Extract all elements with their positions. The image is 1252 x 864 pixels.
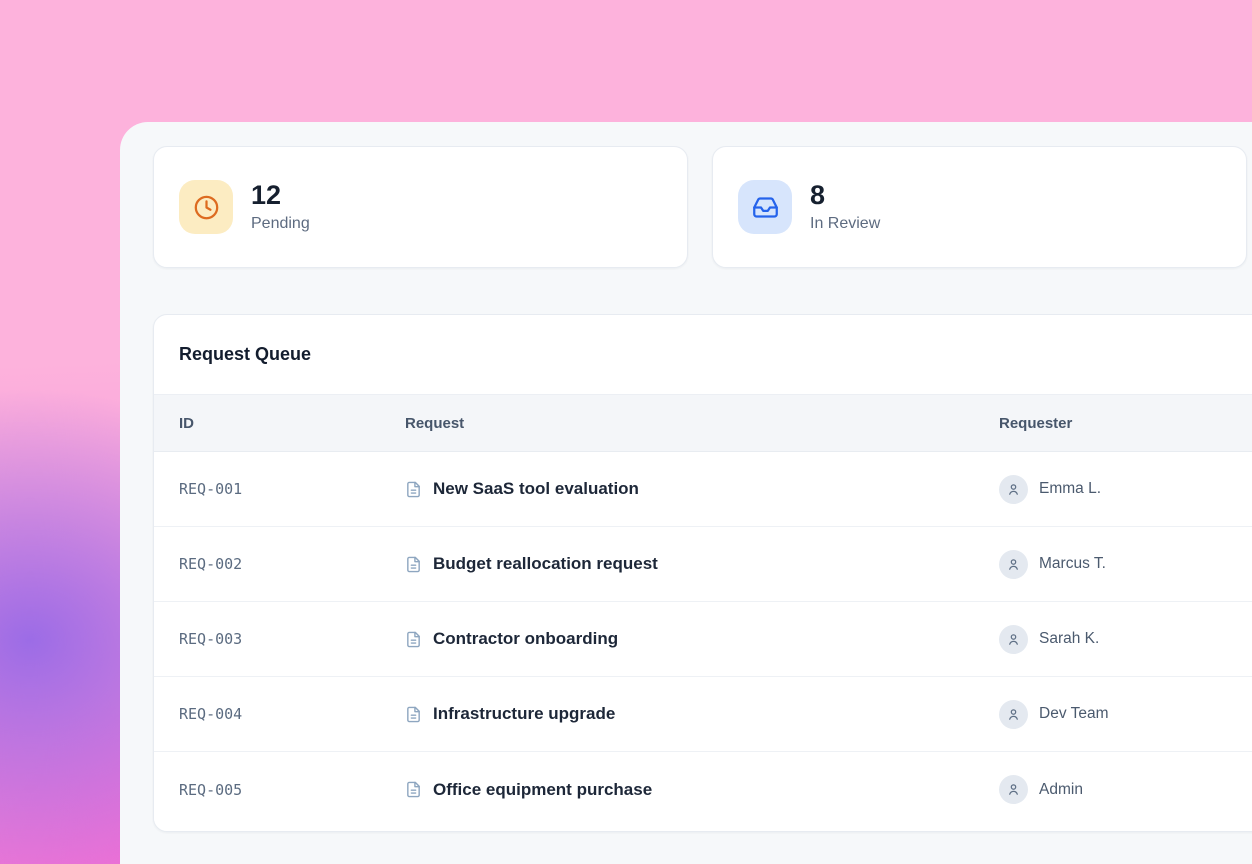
requester-name: Sarah K. xyxy=(1039,630,1099,648)
clock-icon xyxy=(179,180,233,234)
user-avatar-icon xyxy=(999,475,1028,504)
column-header-request: Request xyxy=(405,415,999,432)
file-text-icon xyxy=(405,781,422,798)
request-id: REQ-004 xyxy=(179,705,405,723)
requester-cell: Sarah K. xyxy=(999,625,1252,654)
table-row[interactable]: REQ-002 Budget reallocation request Marc… xyxy=(154,527,1252,602)
user-avatar-icon xyxy=(999,625,1028,654)
file-text-icon xyxy=(405,556,422,573)
column-header-id: ID xyxy=(179,415,405,432)
request-title: Office equipment purchase xyxy=(433,780,652,800)
file-text-icon xyxy=(405,706,422,723)
table-title-row: Request Queue xyxy=(154,315,1252,395)
inbox-icon xyxy=(738,180,792,234)
request-id: REQ-001 xyxy=(179,480,405,498)
request-title: New SaaS tool evaluation xyxy=(433,479,639,499)
request-id: REQ-003 xyxy=(179,630,405,648)
user-avatar-icon xyxy=(999,550,1028,579)
requester-name: Dev Team xyxy=(1039,705,1109,723)
pending-label: Pending xyxy=(251,215,310,233)
requester-cell: Dev Team xyxy=(999,700,1252,729)
requester-name: Emma L. xyxy=(1039,480,1101,498)
request-cell: Infrastructure upgrade xyxy=(405,704,999,724)
request-title: Budget reallocation request xyxy=(433,554,658,574)
request-cell: Budget reallocation request xyxy=(405,554,999,574)
stat-card-pending: 12 Pending xyxy=(153,146,688,268)
stat-text: 8 In Review xyxy=(810,181,880,233)
in-review-label: In Review xyxy=(810,215,880,233)
stats-row: 12 Pending 8 In Review xyxy=(153,146,1247,268)
requester-name: Admin xyxy=(1039,781,1083,799)
request-id: REQ-005 xyxy=(179,781,405,799)
request-id: REQ-002 xyxy=(179,555,405,573)
request-cell: New SaaS tool evaluation xyxy=(405,479,999,499)
requester-cell: Marcus T. xyxy=(999,550,1252,579)
table-header: ID Request Requester xyxy=(154,395,1252,452)
table-row[interactable]: REQ-004 Infrastructure upgrade Dev Team xyxy=(154,677,1252,752)
app-background: { "colors": { "background_pink": "#fdb2d… xyxy=(0,0,1252,864)
stat-card-in-review: 8 In Review xyxy=(712,146,1247,268)
request-queue-card: Request Queue ID Request Requester REQ-0… xyxy=(153,314,1252,832)
request-title: Infrastructure upgrade xyxy=(433,704,615,724)
requester-cell: Emma L. xyxy=(999,475,1252,504)
requester-name: Marcus T. xyxy=(1039,555,1106,573)
file-text-icon xyxy=(405,481,422,498)
user-avatar-icon xyxy=(999,700,1028,729)
file-text-icon xyxy=(405,631,422,648)
stat-text: 12 Pending xyxy=(251,181,310,233)
requester-cell: Admin xyxy=(999,775,1252,804)
in-review-count: 8 xyxy=(810,181,880,211)
content-panel: 12 Pending 8 In Review Request Queue ID … xyxy=(120,122,1252,864)
table-row[interactable]: REQ-005 Office equipment purchase Admin xyxy=(154,752,1252,827)
table-title: Request Queue xyxy=(179,344,311,365)
request-cell: Office equipment purchase xyxy=(405,780,999,800)
user-avatar-icon xyxy=(999,775,1028,804)
request-title: Contractor onboarding xyxy=(433,629,618,649)
pending-count: 12 xyxy=(251,181,310,211)
table-row[interactable]: REQ-001 New SaaS tool evaluation Emma L. xyxy=(154,452,1252,527)
request-cell: Contractor onboarding xyxy=(405,629,999,649)
column-header-requester: Requester xyxy=(999,415,1252,432)
table-row[interactable]: REQ-003 Contractor onboarding Sarah K. xyxy=(154,602,1252,677)
